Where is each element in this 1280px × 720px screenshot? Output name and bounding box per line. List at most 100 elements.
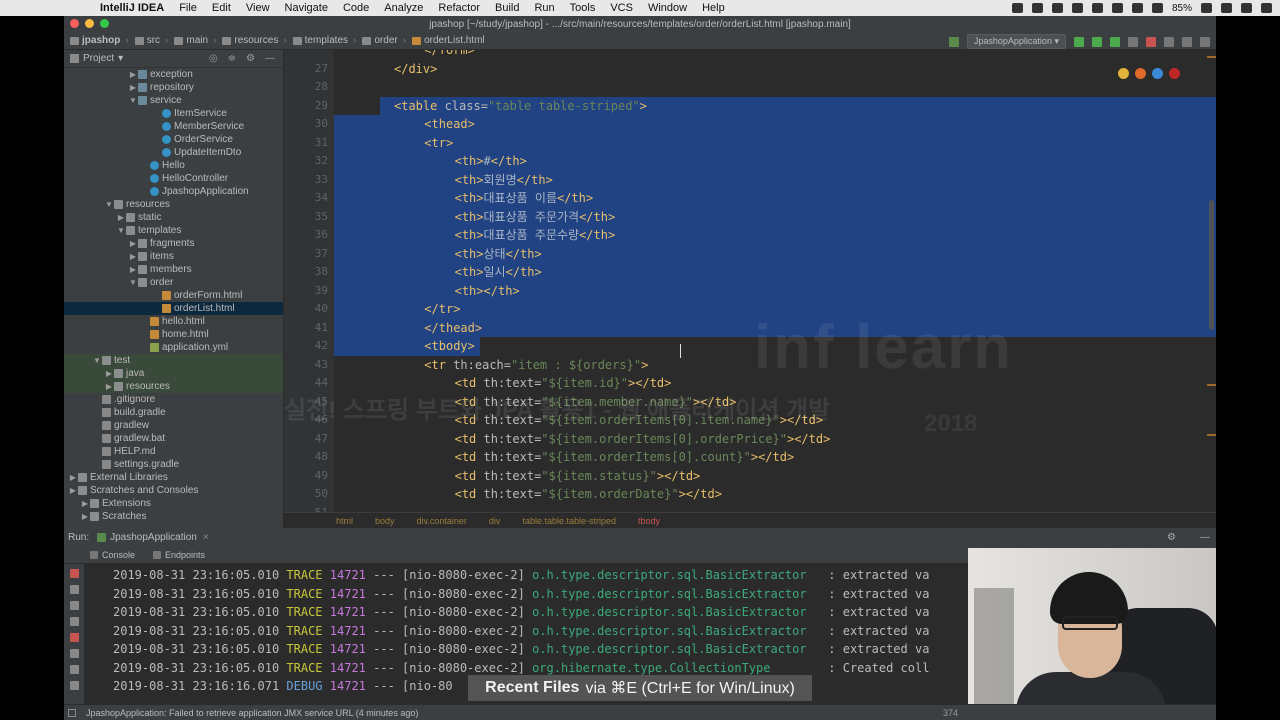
tree-node[interactable]: build.gradle [64, 406, 283, 419]
stop-icon[interactable] [69, 569, 79, 578]
cast-icon[interactable] [1051, 3, 1063, 13]
notes-icon[interactable] [1011, 3, 1023, 13]
editor-breadcrumb-item[interactable]: div [489, 516, 501, 526]
exit-icon[interactable] [69, 633, 79, 642]
chevron-right-icon[interactable]: ▶ [128, 239, 138, 248]
tree-node[interactable]: ItemService [64, 107, 283, 120]
menu-edit[interactable]: Edit [212, 2, 231, 14]
chevron-right-icon[interactable]: ▶ [128, 252, 138, 261]
layout-icon[interactable] [69, 649, 79, 658]
tree-node[interactable]: orderForm.html [64, 289, 283, 302]
menu-build[interactable]: Build [495, 2, 519, 14]
menu-code[interactable]: Code [343, 2, 369, 14]
tree-node[interactable]: HELP.md [64, 445, 283, 458]
tree-node[interactable]: gradlew [64, 419, 283, 432]
bluetooth-icon[interactable] [1131, 3, 1143, 13]
hide-icon[interactable]: — [265, 53, 275, 64]
battery-percent[interactable]: 85% [1172, 3, 1192, 14]
menu-view[interactable]: View [246, 2, 270, 14]
tree-node[interactable]: ▶ exception [64, 68, 283, 81]
code-line[interactable]: 32 <th>#</th> [284, 152, 1216, 171]
menu-run[interactable]: Run [534, 2, 554, 14]
tree-node[interactable]: orderList.html [64, 302, 283, 315]
nav-crumb-main[interactable]: main › [174, 35, 216, 46]
code-editor[interactable]: </form> 27 </div> 28 29 <table class="table t… [284, 50, 1216, 512]
screen-icon[interactable] [1031, 3, 1043, 13]
firefox-icon[interactable] [1135, 68, 1146, 79]
chevron-right-icon[interactable]: ▶ [116, 213, 126, 222]
editor-breadcrumb-item[interactable]: body [375, 516, 395, 526]
menu-window[interactable]: Window [648, 2, 687, 14]
opera-icon[interactable] [1169, 68, 1180, 79]
debug-icon[interactable] [1092, 36, 1102, 47]
tree-node[interactable]: home.html [64, 328, 283, 341]
code-line[interactable]: 50 <td th:text="${item.orderDate}"></td> [284, 485, 1216, 504]
editor-breadcrumb-item[interactable]: table.table.table-striped [522, 516, 616, 526]
tree-node[interactable]: ▶ members [64, 263, 283, 276]
chevron-down-icon[interactable]: ▾ [118, 53, 123, 64]
code-line[interactable]: 36 <th>대표상품 주문수량</th> [284, 226, 1216, 245]
code-line[interactable]: 41 </thead> [284, 319, 1216, 338]
tree-node[interactable]: application.yml [64, 341, 283, 354]
nav-crumb-file[interactable]: orderList.html [412, 35, 485, 46]
nav-crumb-resources[interactable]: resources › [222, 35, 287, 46]
tree-node[interactable]: ▼ test [64, 354, 283, 367]
code-line[interactable]: 28 [284, 78, 1216, 97]
tree-node[interactable]: MemberService [64, 120, 283, 133]
structure-icon[interactable] [1182, 36, 1192, 47]
error-stripe-mark[interactable] [1207, 434, 1216, 436]
minimize-icon[interactable] [85, 19, 94, 28]
code-line[interactable]: 39 <th></th> [284, 282, 1216, 301]
wifi-icon[interactable] [1151, 3, 1163, 13]
tab-endpoints[interactable]: Endpoints [153, 550, 205, 560]
profile-icon[interactable] [1128, 36, 1138, 47]
wrap-icon[interactable] [69, 601, 79, 610]
chevron-right-icon[interactable]: ▶ [104, 382, 114, 391]
gear-icon[interactable]: ⚙ [1167, 532, 1176, 543]
editor-breadcrumb-item[interactable]: div.container [417, 516, 467, 526]
code-line[interactable]: 29 <table class="table table-striped"> [284, 97, 1216, 116]
nav-crumb-order[interactable]: order › [362, 35, 406, 46]
hide-icon[interactable]: — [1200, 532, 1210, 543]
trash-icon[interactable] [69, 665, 79, 674]
build-icon[interactable] [948, 36, 959, 47]
battery-icon[interactable] [1201, 3, 1212, 13]
stop-icon[interactable] [1146, 36, 1156, 47]
tree-node[interactable]: gradlew.bat [64, 432, 283, 445]
nav-crumb-project[interactable]: jpashop › [70, 35, 129, 46]
code-line[interactable]: 48 <td th:text="${item.orderItems[0].coun… [284, 448, 1216, 467]
tree-node[interactable]: ▶ static [64, 211, 283, 224]
code-line[interactable]: 47 <td th:text="${item.orderItems[0].orde… [284, 430, 1216, 449]
run-tab-jpashop[interactable]: JpashopApplication × [97, 532, 209, 543]
editor-breadcrumb-item[interactable]: html [336, 516, 353, 526]
tree-node[interactable]: ▶ External Libraries [64, 471, 283, 484]
tree-node[interactable]: hello.html [64, 315, 283, 328]
apple-icon[interactable] [76, 1, 90, 15]
menu-analyze[interactable]: Analyze [384, 2, 423, 14]
chevron-down-icon[interactable]: ▼ [128, 96, 138, 105]
tree-node[interactable]: ▶ resources [64, 380, 283, 393]
run-config-select[interactable]: JpashopApplication ▾ [966, 34, 1066, 49]
user-icon[interactable] [1221, 3, 1232, 13]
menu-app[interactable]: IntelliJ IDEA [100, 2, 164, 14]
tree-node[interactable]: OrderService [64, 133, 283, 146]
tree-node[interactable]: ▼ service [64, 94, 283, 107]
tree-node[interactable]: JpashopApplication [64, 185, 283, 198]
tree-node[interactable]: .gitignore [64, 393, 283, 406]
project-view-select[interactable]: Project [83, 53, 114, 64]
status-message[interactable]: JpashopApplication: Failed to retrieve a… [86, 708, 418, 718]
chevron-down-icon[interactable]: ▼ [128, 278, 138, 287]
error-stripe-mark[interactable] [1207, 56, 1216, 58]
chevron-down-icon[interactable]: ▼ [92, 356, 102, 365]
code-line[interactable]: </form> [284, 50, 1216, 60]
nav-crumb-templates[interactable]: templates › [292, 35, 356, 46]
chevron-right-icon[interactable]: ▶ [68, 486, 78, 495]
tree-node[interactable]: ▶ fragments [64, 237, 283, 250]
code-line[interactable]: 43 <tr th:each="item : ${orders}"> [284, 356, 1216, 375]
error-stripe-mark[interactable] [1207, 384, 1216, 386]
tree-node[interactable]: ▶ Scratches and Consoles [64, 484, 283, 497]
code-line[interactable]: 34 <th>대표상품 이름</th> [284, 189, 1216, 208]
search-everywhere-icon[interactable] [1200, 36, 1210, 47]
toolwindows-icon[interactable] [68, 708, 76, 717]
menu-navigate[interactable]: Navigate [285, 2, 328, 14]
